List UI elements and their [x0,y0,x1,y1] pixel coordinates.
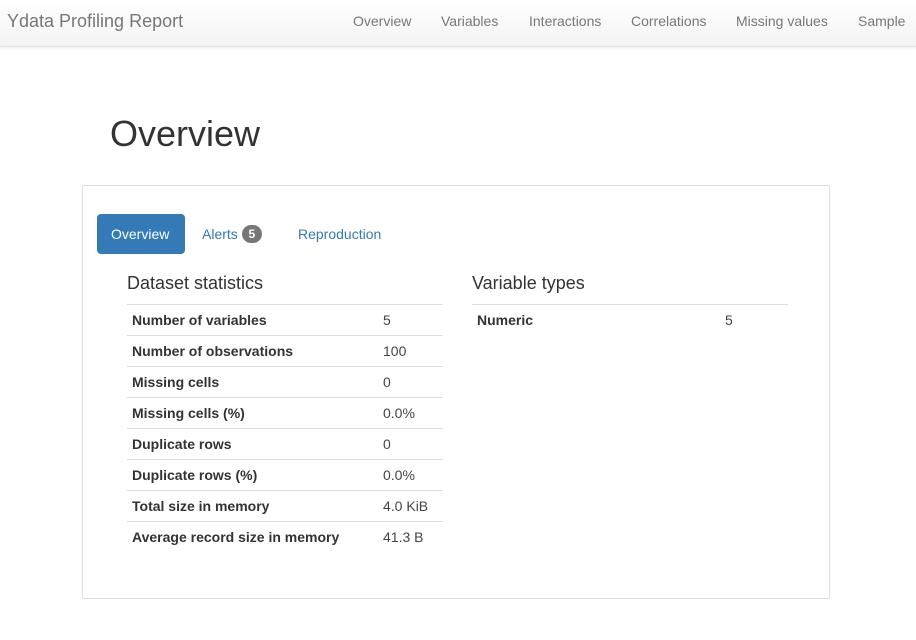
stat-label: Total size in memory [127,490,378,522]
overview-panel: Overview Alerts 5 Reproduction Dataset st… [82,185,830,599]
table-row: Number of variables 5 [127,304,443,336]
nav-link-missing-values[interactable]: Missing values [736,13,828,29]
tab-alerts-label: Alerts [202,226,238,242]
variable-types-table: Numeric 5 [472,304,788,335]
table-row: Numeric 5 [472,304,788,335]
type-label: Numeric [472,304,720,335]
tab-alerts[interactable]: Alerts 5 [188,214,276,254]
stat-value: 0 [378,366,443,398]
nav-link-sample[interactable]: Sample [858,13,905,29]
stat-value: 4.0 KiB [378,490,443,522]
stat-value: 0.0% [378,397,443,429]
tab-reproduction[interactable]: Reproduction [284,214,395,254]
nav-link-overview[interactable]: Overview [353,13,411,29]
nav-link-variables[interactable]: Variables [441,13,498,29]
stat-label: Duplicate rows [127,428,378,460]
stat-value: 0 [378,428,443,460]
type-value: 5 [720,304,788,335]
page-title: Overview [110,113,261,154]
navbar-links: Overview Variables Interactions Correlat… [0,13,916,33]
table-row: Average record size in memory 41.3 B [127,521,443,552]
stat-label: Number of variables [127,304,378,336]
stat-label: Missing cells (%) [127,397,378,429]
nav-link-interactions[interactable]: Interactions [529,13,601,29]
stat-value: 0.0% [378,459,443,491]
top-navbar: Ydata Profiling Report Overview Variable… [0,0,916,47]
table-row: Duplicate rows (%) 0.0% [127,459,443,491]
stat-label: Duplicate rows (%) [127,459,378,491]
table-row: Duplicate rows 0 [127,428,443,460]
tab-overview-label: Overview [111,226,170,242]
nav-link-correlations[interactable]: Correlations [631,13,706,29]
table-row: Missing cells (%) 0.0% [127,397,443,429]
stat-label: Number of observations [127,335,378,367]
stat-label: Average record size in memory [127,521,378,552]
stat-label: Missing cells [127,366,378,398]
stat-value: 100 [378,335,443,367]
tab-reproduction-label: Reproduction [298,226,382,242]
table-row: Total size in memory 4.0 KiB [127,490,443,522]
dataset-statistics-table: Number of variables 5 Number of observat… [127,304,443,552]
table-row: Missing cells 0 [127,366,443,398]
alerts-count-badge: 5 [241,225,262,243]
dataset-statistics-title: Dataset statistics [127,273,264,293]
stat-value: 5 [378,304,443,336]
stat-value: 41.3 B [378,521,443,552]
table-row: Number of observations 100 [127,335,443,367]
tab-overview[interactable]: Overview [97,214,185,254]
variable-types-title: Variable types [472,273,585,293]
